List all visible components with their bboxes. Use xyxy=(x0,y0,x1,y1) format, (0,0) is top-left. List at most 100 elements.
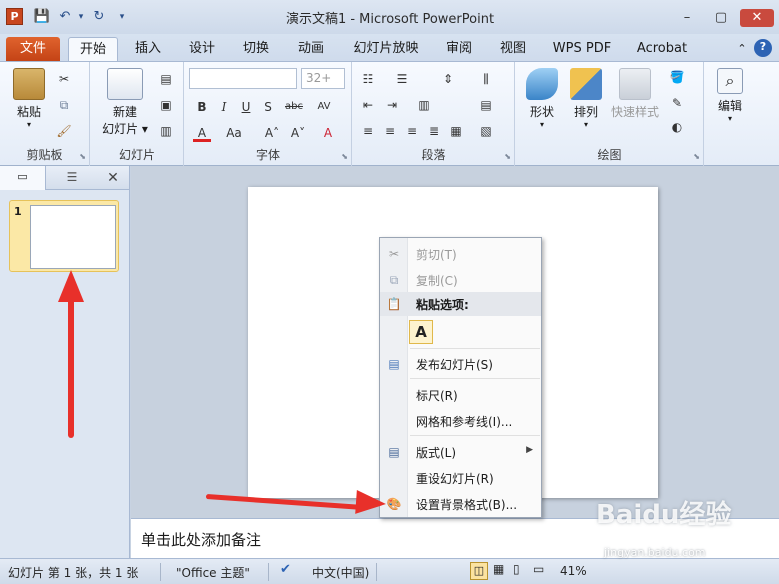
dialog-launcher-icon[interactable]: ⬊ xyxy=(79,152,86,161)
customize-quick-access-icon[interactable]: ▾ xyxy=(113,8,131,26)
chevron-down-icon: ▾ xyxy=(727,114,732,123)
grow-font-button[interactable]: A˄ xyxy=(261,124,283,142)
group-label: 幻灯片 xyxy=(118,148,155,162)
dialog-launcher-icon[interactable]: ⬊ xyxy=(693,152,700,161)
char-spacing-button[interactable]: AV xyxy=(311,98,337,116)
font-size-combo[interactable]: 32+ xyxy=(301,68,345,89)
menu-item-layout[interactable]: ▤ 版式(L) ▶ xyxy=(380,440,541,464)
align-left-icon[interactable]: ≡ xyxy=(359,122,377,140)
minimize-button[interactable]: – xyxy=(672,8,702,28)
tab-wps-pdf[interactable]: WPS PDF xyxy=(546,37,618,61)
language-text[interactable]: 中文(中国) xyxy=(312,564,369,581)
slide-thumbnail[interactable] xyxy=(30,205,116,269)
menu-item-grid-guides[interactable]: 网格和参考线(I)... xyxy=(380,409,541,433)
align-text-icon[interactable]: ▤ xyxy=(477,96,495,114)
collapse-ribbon-icon[interactable]: ⌃ xyxy=(734,37,750,61)
justify-icon[interactable]: ≣ xyxy=(425,122,443,140)
columns-icon[interactable]: ▥ xyxy=(415,96,433,114)
format-painter-icon[interactable]: 🖌 xyxy=(55,122,73,140)
tab-home[interactable]: 开始 xyxy=(68,37,118,61)
dialog-launcher-icon[interactable]: ⬊ xyxy=(504,152,511,161)
group-clipboard: 粘贴 ▾ ✂ ⧉ 🖌 剪贴板 ⬊ xyxy=(0,62,90,166)
tab-file[interactable]: 文件 xyxy=(6,37,60,61)
line-spacing-icon[interactable]: ⇕ xyxy=(439,70,457,88)
tab-acrobat[interactable]: Acrobat xyxy=(628,37,696,61)
slides-tab-icon[interactable]: ▭ xyxy=(0,166,46,190)
tab-review[interactable]: 审阅 xyxy=(436,37,482,61)
cut-icon[interactable]: ✂ xyxy=(55,70,73,88)
shape-fill-icon[interactable]: 🪣 xyxy=(668,68,686,86)
menu-item-publish-slides[interactable]: ▤ 发布幻灯片(S) xyxy=(380,352,541,376)
bold-button[interactable]: B xyxy=(193,98,211,116)
notes-placeholder[interactable]: 单击此处添加备注 xyxy=(141,529,261,550)
tab-insert[interactable]: 插入 xyxy=(124,37,172,61)
shape-outline-icon[interactable]: ✎ xyxy=(668,94,686,112)
help-icon[interactable]: ? xyxy=(754,39,772,57)
dialog-launcher-icon[interactable]: ⬊ xyxy=(341,152,348,161)
menu-item-cut[interactable]: ✂ 剪切(T) xyxy=(380,242,541,266)
editing-button[interactable]: ⌕ 编辑 ▾ xyxy=(711,68,749,123)
section-icon[interactable]: ▥ xyxy=(157,122,175,140)
change-case-button[interactable]: Aa xyxy=(221,124,247,142)
tab-animations[interactable]: 动画 xyxy=(287,37,335,61)
paste-options-header: 📋 粘贴选项: xyxy=(380,292,541,316)
new-slide-button[interactable]: 新建 幻灯片 ▾ xyxy=(95,68,155,137)
paste-button[interactable]: 粘贴 ▾ xyxy=(8,68,50,129)
shadow-button[interactable]: S xyxy=(259,98,277,116)
shape-effects-icon[interactable]: ◐ xyxy=(668,118,686,136)
menu-item-ruler[interactable]: 标尺(R) xyxy=(380,383,541,407)
maximize-button[interactable]: ▢ xyxy=(706,8,736,28)
shapes-icon xyxy=(526,68,558,100)
reset-icon[interactable]: ▣ xyxy=(157,96,175,114)
numbering-icon[interactable]: ☰ xyxy=(393,70,411,88)
paste-keep-text-button[interactable]: A xyxy=(409,320,433,344)
ribbon: 粘贴 ▾ ✂ ⧉ 🖌 剪贴板 ⬊ 新建 幻灯片 ▾ ▤ ▣ ▥ 幻灯片 32+ … xyxy=(0,61,779,166)
shapes-button[interactable]: 形状 ▾ xyxy=(522,68,562,129)
font-name-combo[interactable] xyxy=(189,68,297,89)
menu-item-copy[interactable]: ⧉ 复制(C) xyxy=(380,268,541,292)
bullets-icon[interactable]: ☷ xyxy=(359,70,377,88)
align-right-icon[interactable]: ≡ xyxy=(403,122,421,140)
group-drawing: 形状 ▾ 排列 ▾ 快速样式 🪣 ✎ ◐ 绘图 ⬊ xyxy=(516,62,704,166)
decrease-indent-icon[interactable]: ⇤ xyxy=(359,96,377,114)
strikethrough-button[interactable]: abc xyxy=(281,98,307,116)
increase-indent-icon[interactable]: ⇥ xyxy=(383,96,401,114)
copy-icon[interactable]: ⧉ xyxy=(55,96,73,114)
group-label: 绘图 xyxy=(597,148,622,162)
shrink-font-button[interactable]: A˅ xyxy=(287,124,309,142)
arrange-button[interactable]: 排列 ▾ xyxy=(566,68,606,129)
spell-check-icon[interactable]: ✔ xyxy=(280,562,291,577)
menu-separator xyxy=(410,348,540,349)
menu-item-label: 网格和参考线(I)... xyxy=(416,415,513,429)
clear-format-button[interactable]: A xyxy=(319,124,337,142)
tab-design[interactable]: 设计 xyxy=(178,37,226,61)
theme-name-text[interactable]: "Office 主题" xyxy=(176,564,250,581)
save-icon[interactable]: 💾 xyxy=(33,8,51,26)
tab-transitions[interactable]: 切换 xyxy=(232,37,280,61)
font-color-button[interactable]: A xyxy=(193,124,211,142)
redo-icon[interactable]: ↻ xyxy=(90,8,108,26)
italic-button[interactable]: I xyxy=(215,98,233,116)
menu-item-format-background[interactable]: 🎨 设置背景格式(B)... xyxy=(380,492,541,516)
close-button[interactable]: ✕ xyxy=(740,9,774,27)
normal-view-icon[interactable]: ◫ xyxy=(470,562,488,580)
powerpoint-app-icon[interactable]: P xyxy=(6,8,23,25)
undo-dropdown-icon[interactable]: ▾ xyxy=(72,8,90,26)
zoom-level-text[interactable]: 41% xyxy=(560,564,587,578)
menu-item-reset-slide[interactable]: 重设幻灯片(R) xyxy=(380,466,541,490)
align-center-icon[interactable]: ≡ xyxy=(381,122,399,140)
slide-thumbnail-item[interactable]: 1 xyxy=(9,200,119,272)
layout-icon[interactable]: ▤ xyxy=(157,70,175,88)
distributed-icon[interactable]: ▦ xyxy=(447,122,465,140)
tab-slideshow[interactable]: 幻灯片放映 xyxy=(344,37,428,61)
reading-view-icon[interactable]: ▯ xyxy=(513,562,520,576)
smartart-icon[interactable]: ▧ xyxy=(477,122,495,140)
underline-button[interactable]: U xyxy=(237,98,255,116)
text-direction-icon[interactable]: ⫼ xyxy=(477,70,495,88)
close-pane-icon[interactable]: ✕ xyxy=(104,169,122,187)
outline-tab-icon[interactable]: ☰ xyxy=(47,166,97,190)
tab-view[interactable]: 视图 xyxy=(490,37,536,61)
slide-sorter-icon[interactable]: ▦ xyxy=(493,562,504,576)
slideshow-view-icon[interactable]: ▭ xyxy=(533,562,544,576)
quick-styles-button[interactable]: 快速样式 xyxy=(608,68,662,120)
